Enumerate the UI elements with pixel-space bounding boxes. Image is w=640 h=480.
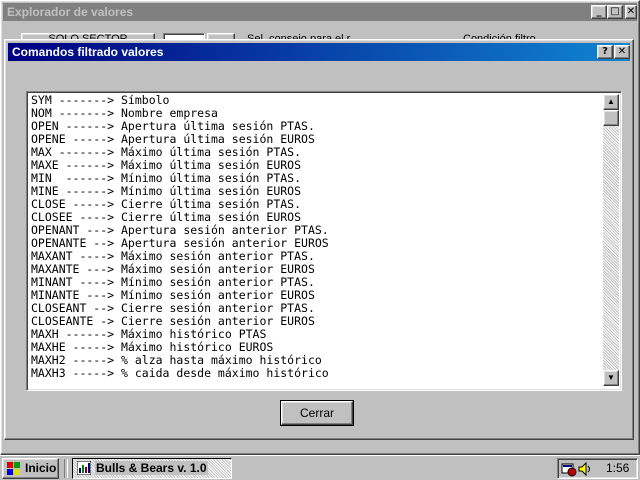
app-icon [77, 461, 91, 475]
minimize-icon: _ [596, 6, 602, 17]
taskbar-separator [64, 459, 68, 478]
main-window-titlebar[interactable]: Explorador de valores _ □ ✕ [3, 3, 637, 21]
list-item[interactable]: MAXH3 -----> % caida desde máximo histór… [31, 367, 601, 380]
system-tray: 1:56 [557, 458, 638, 479]
scheduler-icon[interactable] [561, 461, 577, 477]
taskbar: Inicio Bulls & Bears v. 1.0 1:56 [0, 455, 640, 480]
dialog-close-button[interactable]: ✕ [614, 45, 630, 59]
volume-icon[interactable] [578, 461, 592, 477]
scroll-down-button[interactable]: ▼ [603, 370, 619, 386]
cerrar-button-label: Cerrar [299, 406, 334, 420]
main-minimize-button[interactable]: _ [591, 5, 607, 19]
maximize-icon: □ [610, 6, 620, 17]
dialog-title: Comandos filtrado valores [12, 45, 164, 59]
scroll-up-button[interactable]: ▲ [603, 94, 619, 110]
start-label: Inicio [25, 461, 57, 475]
arrow-down-icon: ▼ [607, 373, 615, 382]
list-scrollbar[interactable]: ▲ ▼ [603, 94, 619, 386]
start-button[interactable]: Inicio [2, 458, 59, 479]
windows-logo-icon [7, 462, 20, 475]
main-maximize-button[interactable]: □ [607, 5, 623, 19]
main-close-button[interactable]: ✕ [625, 5, 637, 19]
dialog-titlebar[interactable]: Comandos filtrado valores ? ✕ [8, 43, 630, 61]
help-icon: ? [602, 46, 608, 57]
close-icon: ✕ [626, 6, 636, 17]
clock: 1:56 [606, 461, 630, 475]
dialog-help-button[interactable]: ? [597, 45, 613, 59]
commands-list[interactable]: SYM -------> Símbolo NOM -------> Nombre … [26, 91, 622, 391]
arrow-up-icon: ▲ [607, 97, 615, 106]
taskbar-item-bulls-bears[interactable]: Bulls & Bears v. 1.0 [72, 458, 232, 479]
taskbar-item-label: Bulls & Bears v. 1.0 [95, 461, 208, 475]
close-icon: ✕ [617, 46, 627, 57]
commands-list-lines: SYM -------> Símbolo NOM -------> Nombre … [31, 94, 601, 388]
scroll-thumb[interactable] [603, 110, 619, 126]
filter-commands-dialog: Comandos filtrado valores ? ✕ SYM ------… [4, 39, 634, 440]
main-window-title: Explorador de valores [7, 5, 134, 19]
cerrar-button[interactable]: Cerrar [280, 400, 354, 426]
